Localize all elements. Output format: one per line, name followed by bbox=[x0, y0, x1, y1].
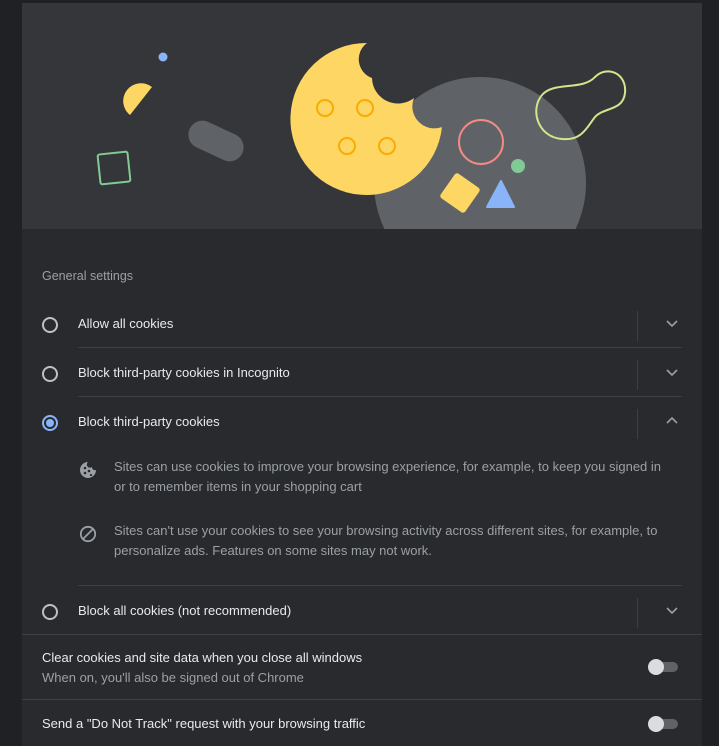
radio-button[interactable] bbox=[42, 366, 58, 382]
option-block-third-party-incognito[interactable]: Block third-party cookies in Incognito bbox=[22, 350, 702, 399]
grey-pill-shape bbox=[188, 120, 244, 162]
divider bbox=[637, 311, 638, 341]
toggle-knob bbox=[648, 716, 664, 732]
toggle-knob bbox=[648, 659, 664, 675]
clear-on-exit-toggle[interactable] bbox=[648, 658, 680, 676]
option-label: Block third-party cookies in Incognito bbox=[78, 365, 290, 380]
divider bbox=[637, 360, 638, 390]
option-allow-all-cookies[interactable]: Allow all cookies bbox=[22, 301, 702, 350]
divider bbox=[637, 598, 638, 628]
block-icon bbox=[79, 525, 97, 543]
chevron-up-icon[interactable] bbox=[662, 411, 682, 431]
detail-item: Sites can't use your cookies to see your… bbox=[78, 521, 678, 565]
cookie-settings-panel: General settings Allow all cookies Block… bbox=[22, 3, 702, 746]
cookie-banner bbox=[22, 3, 702, 229]
clear-on-exit-subtitle: When on, you'll also be signed out of Ch… bbox=[42, 670, 304, 685]
radio-button[interactable] bbox=[42, 604, 58, 620]
option-block-third-party-cookies[interactable]: Block third-party cookies bbox=[22, 399, 702, 448]
yellow-half-moon-shape bbox=[123, 83, 152, 115]
general-settings-heading: General settings bbox=[42, 269, 134, 283]
green-square-shape bbox=[96, 150, 132, 186]
option-label: Block third-party cookies bbox=[78, 414, 220, 429]
divider bbox=[637, 409, 638, 439]
option-label: Allow all cookies bbox=[78, 316, 174, 331]
detail-text: Sites can use cookies to improve your br… bbox=[114, 459, 662, 494]
radio-button-selected[interactable] bbox=[42, 415, 58, 431]
green-dot-shape bbox=[511, 159, 525, 173]
divider bbox=[78, 585, 682, 586]
blue-dot-shape bbox=[158, 52, 168, 62]
chevron-down-icon[interactable] bbox=[662, 362, 682, 382]
do-not-track-toggle[interactable] bbox=[648, 715, 680, 733]
chevron-down-icon[interactable] bbox=[662, 313, 682, 333]
option-label: Block all cookies (not recommended) bbox=[78, 603, 292, 618]
cookie-illustration bbox=[96, 42, 627, 229]
clear-on-exit-title: Clear cookies and site data when you clo… bbox=[42, 650, 363, 665]
detail-text: Sites can't use your cookies to see your… bbox=[114, 523, 658, 558]
divider bbox=[78, 396, 682, 397]
chevron-down-icon[interactable] bbox=[662, 600, 682, 620]
do-not-track-row[interactable]: Send a "Do Not Track" request with your … bbox=[22, 700, 702, 746]
option-block-all-cookies[interactable]: Block all cookies (not recommended) bbox=[22, 588, 702, 637]
cookie-icon bbox=[80, 462, 96, 478]
clear-on-exit-row[interactable]: Clear cookies and site data when you clo… bbox=[22, 635, 702, 699]
radio-button[interactable] bbox=[42, 317, 58, 333]
divider bbox=[78, 347, 682, 348]
do-not-track-title: Send a "Do Not Track" request with your … bbox=[42, 716, 366, 731]
detail-item: Sites can use cookies to improve your br… bbox=[78, 457, 678, 501]
